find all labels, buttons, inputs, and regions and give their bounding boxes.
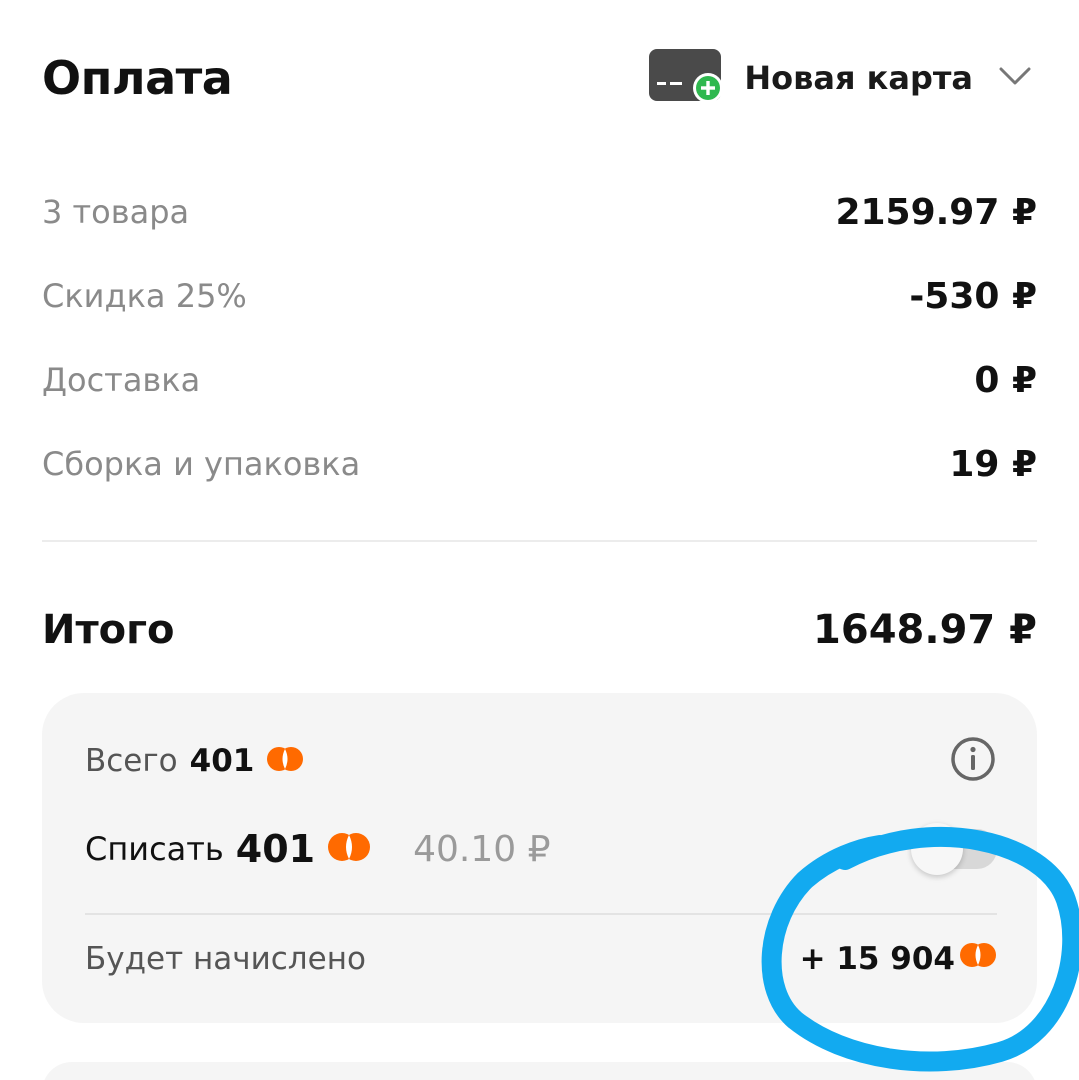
- page-title: Оплата: [42, 51, 233, 105]
- bonus-coin-icon: [959, 939, 997, 979]
- card-selector[interactable]: Новая карта: [648, 48, 1037, 108]
- bonus-coin-icon: [327, 828, 371, 870]
- card-label: Новая карта: [744, 59, 973, 97]
- next-panel: [42, 1062, 1037, 1080]
- summary-row-value: -530 ₽: [909, 275, 1037, 317]
- add-card-icon: [648, 48, 724, 108]
- summary-row-label: Доставка: [42, 361, 201, 399]
- payment-screen: Оплата Новая карта 3 товара 2159.97 ₽ Ск…: [0, 0, 1079, 1080]
- toggle-knob: [911, 823, 963, 875]
- bonus-coin-icon: [266, 743, 304, 779]
- bonus-panel-divider: [85, 913, 997, 915]
- bonus-total-row: Всего 401: [85, 735, 997, 787]
- summary-divider: [42, 540, 1037, 542]
- order-summary: 3 товара 2159.97 ₽ Скидка 25% -530 ₽ Дос…: [42, 170, 1037, 506]
- total-row: Итого 1648.97 ₽: [42, 595, 1037, 665]
- bonus-writeoff-row: Списать 401 40.10 ₽: [85, 821, 997, 877]
- bonus-accrual-row: Будет начислено + 15 904: [85, 931, 997, 987]
- summary-row-label: Скидка 25%: [42, 277, 247, 315]
- summary-row-delivery: Доставка 0 ₽: [42, 338, 1037, 422]
- summary-row-value: 0 ₽: [974, 359, 1037, 401]
- total-value: 1648.97 ₽: [813, 607, 1037, 653]
- accrual-value-group: + 15 904: [800, 939, 997, 979]
- summary-row-items: 3 товара 2159.97 ₽: [42, 170, 1037, 254]
- writeoff-label: Списать: [85, 830, 224, 868]
- info-icon[interactable]: [949, 735, 997, 787]
- chevron-down-icon: [993, 54, 1037, 102]
- total-label: Итого: [42, 607, 175, 653]
- writeoff-rub-amount: 40.10 ₽: [413, 828, 551, 870]
- writeoff-value: 401: [235, 827, 316, 871]
- summary-row-discount: Скидка 25% -530 ₽: [42, 254, 1037, 338]
- bonus-panel: Всего 401 Списать 401 40.10 ₽ Будет начи…: [42, 693, 1037, 1023]
- summary-row-value: 19 ₽: [949, 443, 1037, 485]
- summary-row-packing: Сборка и упаковка 19 ₽: [42, 422, 1037, 506]
- bonus-total-value: 401: [189, 743, 255, 779]
- bonus-total-label: Всего: [85, 743, 178, 779]
- accrual-label: Будет начислено: [85, 941, 366, 977]
- payment-header: Оплата Новая карта: [42, 42, 1037, 114]
- summary-row-label: 3 товара: [42, 193, 190, 231]
- writeoff-toggle[interactable]: [911, 823, 997, 875]
- accrual-value: + 15 904: [799, 941, 955, 977]
- summary-row-label: Сборка и упаковка: [42, 445, 361, 483]
- summary-row-value: 2159.97 ₽: [835, 191, 1037, 233]
